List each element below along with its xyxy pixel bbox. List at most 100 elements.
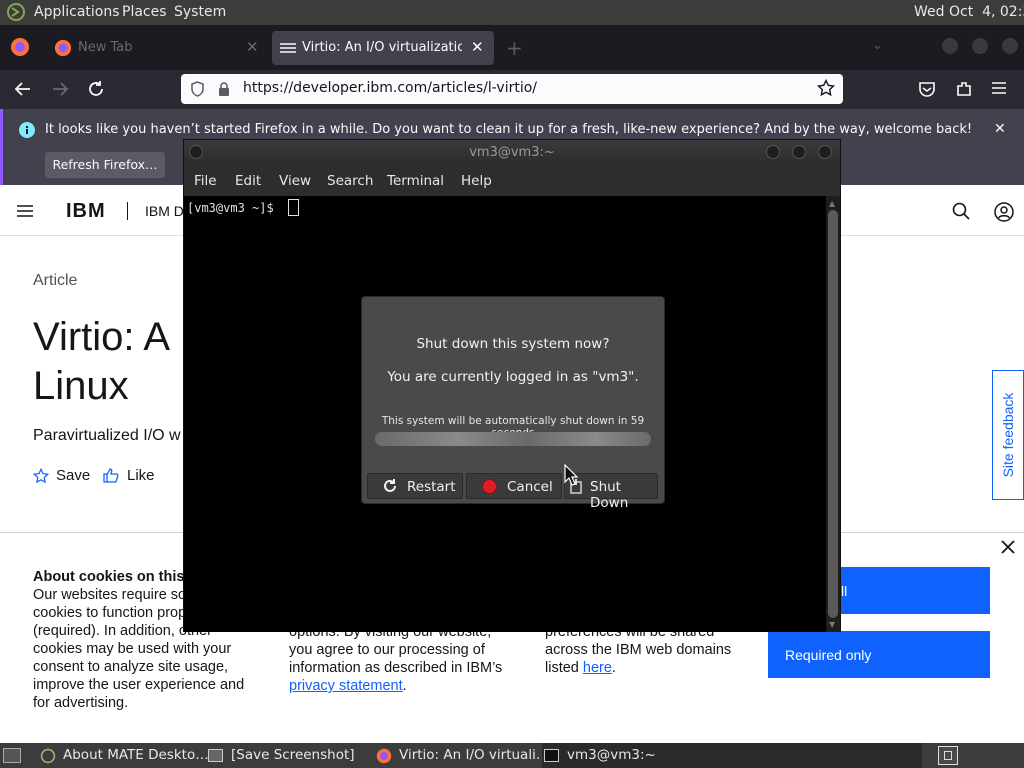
countdown-progress-fill xyxy=(375,432,651,446)
firefox-icon xyxy=(376,748,392,764)
tab-title: New Tab xyxy=(78,40,133,55)
terminal-title: vm3@vm3:~ xyxy=(469,145,555,160)
menu-applications[interactable]: Applications xyxy=(34,4,120,20)
taskbar-item-terminal[interactable]: vm3@vm3:~ xyxy=(542,743,922,768)
cookie-text-line: improve the user experience and xyxy=(33,677,245,693)
firefox-icon[interactable] xyxy=(10,37,30,57)
list-tabs-icon[interactable]: ⌄ xyxy=(872,38,883,53)
close-icon[interactable] xyxy=(1000,539,1016,555)
notification-text: It looks like you haven’t started Firefo… xyxy=(45,122,973,137)
forward-icon[interactable] xyxy=(51,81,69,97)
tab-new-tab[interactable]: New Tab ✕ xyxy=(48,31,266,65)
shutdown-label: Shut Down xyxy=(590,479,629,511)
cookie-text-line: cookies may be used with your xyxy=(33,641,232,657)
cookie-text-tail: . xyxy=(402,678,407,694)
menu-help[interactable]: Help xyxy=(461,173,492,189)
reload-icon[interactable] xyxy=(87,80,105,98)
restart-button[interactable]: Restart xyxy=(367,473,463,499)
back-icon[interactable] xyxy=(14,81,32,97)
scroll-up-icon[interactable]: ▲ xyxy=(829,199,835,208)
thumbs-up-icon[interactable] xyxy=(103,467,119,483)
user-icon[interactable] xyxy=(994,202,1014,222)
pocket-icon[interactable] xyxy=(918,80,936,98)
cancel-icon xyxy=(482,479,497,494)
shutdown-button[interactable]: Shut Down xyxy=(564,473,658,511)
privacy-statement-link[interactable]: privacy statement xyxy=(289,678,403,694)
search-icon[interactable] xyxy=(952,202,970,220)
workspace-switcher[interactable] xyxy=(938,746,958,765)
ibm-favicon-icon xyxy=(280,41,296,55)
clock[interactable]: Wed Oct 4, 02:38 xyxy=(914,4,1024,20)
menu-terminal[interactable]: Terminal xyxy=(387,173,444,189)
cookie-text-line: consent to analyze site usage, xyxy=(33,659,229,675)
here-link[interactable]: here xyxy=(583,660,612,676)
firefox-icon xyxy=(54,39,72,57)
taskbar-label: About MATE Deskto… xyxy=(63,747,209,763)
workspace-1[interactable] xyxy=(944,751,952,760)
scroll-down-icon[interactable]: ▼ xyxy=(829,620,835,629)
menu-search[interactable]: Search xyxy=(327,173,373,189)
lock-icon[interactable] xyxy=(217,81,231,97)
ibm-logo[interactable]: IBM xyxy=(66,200,106,223)
hamburger-menu-icon[interactable] xyxy=(991,81,1007,95)
cookie-text-tail: . xyxy=(611,660,616,676)
required-only-button[interactable]: Required only xyxy=(768,631,990,678)
taskbar-label: vm3@vm3:~ xyxy=(567,747,656,763)
mate-logo-icon[interactable] xyxy=(6,3,26,21)
minimize-button[interactable] xyxy=(942,38,958,54)
window-menu-button[interactable] xyxy=(189,145,203,159)
dialog-logged-in: You are currently logged in as "vm3". xyxy=(387,369,639,385)
article-title-line2: Linux xyxy=(33,364,129,408)
minimize-button[interactable] xyxy=(766,145,780,159)
maximize-button[interactable] xyxy=(792,145,806,159)
site-feedback-tab[interactable]: Site feedback xyxy=(992,370,1024,500)
menu-places[interactable]: Places xyxy=(122,4,167,20)
info-icon xyxy=(19,122,35,138)
new-tab-icon[interactable]: + xyxy=(506,36,523,60)
url-bar[interactable]: https://developer.ibm.com/articles/l-vir… xyxy=(181,74,843,104)
terminal-titlebar[interactable]: vm3@vm3:~ xyxy=(184,140,840,166)
close-icon[interactable]: ✕ xyxy=(246,38,259,56)
menu-system[interactable]: System xyxy=(174,4,226,20)
close-icon[interactable]: ✕ xyxy=(994,121,1006,137)
terminal-menubar: File Edit View Search Terminal Help xyxy=(184,166,840,196)
menu-view[interactable]: View xyxy=(279,173,311,189)
article-title-line1: Virtio: A xyxy=(33,315,171,359)
tab-virtio[interactable]: Virtio: An I/O virtualization f ✕ xyxy=(272,31,494,65)
refresh-firefox-button[interactable]: Refresh Firefox… xyxy=(45,152,165,178)
close-icon[interactable]: ✕ xyxy=(471,38,484,56)
terminal-prompt: [vm3@vm3 ~]$ xyxy=(187,201,281,215)
close-window-button[interactable] xyxy=(818,145,832,159)
extensions-icon[interactable] xyxy=(955,80,973,98)
menu-file[interactable]: File xyxy=(194,173,217,189)
restart-label: Restart xyxy=(407,479,456,495)
tab-title: Virtio: An I/O virtualization f xyxy=(302,40,462,55)
terminal-scrollbar[interactable]: ▲ ▼ xyxy=(826,196,840,632)
mate-logo-icon xyxy=(40,748,56,764)
section-name[interactable]: IBM D xyxy=(145,203,184,219)
star-icon[interactable] xyxy=(33,468,49,484)
taskbar-label: Virtio: An I/O virtuali… xyxy=(399,747,550,763)
tab-bar: New Tab ✕ Virtio: An I/O virtualization … xyxy=(0,25,1024,70)
like-button[interactable]: Like xyxy=(127,467,155,484)
article-subtitle: Paravirtualized I/O w xyxy=(33,427,181,444)
cookie-text-prefix: listed xyxy=(545,660,583,676)
hamburger-menu-icon[interactable] xyxy=(16,204,34,218)
close-window-button[interactable] xyxy=(1002,38,1018,54)
show-desktop-icon[interactable] xyxy=(3,748,21,763)
site-feedback-label: Site feedback xyxy=(1000,392,1016,478)
mouse-pointer-icon xyxy=(564,464,578,486)
taskbar-label: [Save Screenshot] xyxy=(231,747,355,763)
save-button[interactable]: Save xyxy=(56,467,90,484)
terminal-icon xyxy=(544,749,559,762)
shield-icon[interactable] xyxy=(190,81,205,97)
screenshot-icon xyxy=(208,749,223,762)
scrollbar-thumb[interactable] xyxy=(828,210,838,618)
url-text[interactable]: https://developer.ibm.com/articles/l-vir… xyxy=(243,80,537,96)
menu-edit[interactable]: Edit xyxy=(235,173,261,189)
maximize-button[interactable] xyxy=(972,38,988,54)
cancel-button[interactable]: Cancel xyxy=(466,473,562,499)
cookie-text-line: you agree to our processing of xyxy=(289,642,485,658)
bookmark-star-icon[interactable] xyxy=(817,79,835,97)
cookie-col2: options. By visiting our website, you ag… xyxy=(289,623,529,695)
